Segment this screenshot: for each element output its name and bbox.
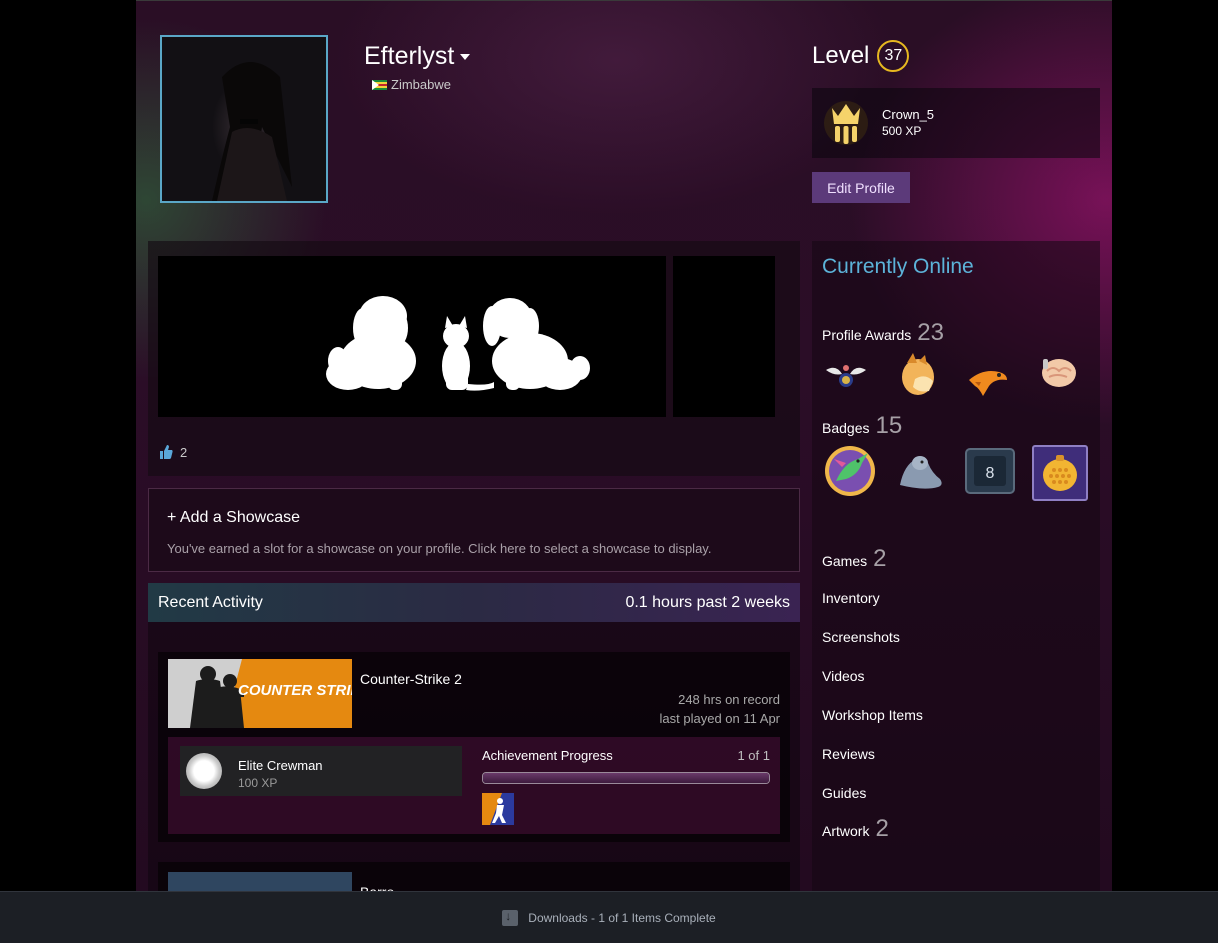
golden-orb-badge-icon (1043, 455, 1077, 491)
edit-profile-button[interactable]: Edit Profile (812, 172, 910, 203)
artwork-label: Artwork (822, 823, 870, 839)
country-location: Zimbabwe (372, 77, 451, 92)
achievement-name: Elite Crewman (238, 758, 323, 773)
games-label: Games (822, 553, 868, 569)
seal-badge-icon (900, 456, 942, 489)
inventory-link[interactable]: Inventory (822, 590, 880, 606)
videos-link[interactable]: Videos (822, 668, 865, 684)
achievement-xp: 100 XP (238, 776, 278, 790)
achievement-progress-label: Achievement Progress (482, 748, 613, 763)
profile-sidebar: Currently Online Profile Awards 23 Badge… (812, 241, 1100, 942)
dragon-egg-icon (902, 353, 934, 395)
downloads-bar[interactable]: Downloads - 1 of 1 Items Complete (0, 891, 1218, 943)
favorite-badge-xp: 500 XP (882, 124, 922, 138)
favorite-badge-name: Crown_5 (882, 107, 935, 122)
country-text: Zimbabwe (391, 77, 451, 92)
persona-name-text: Efterlyst (364, 42, 455, 70)
brain-icon (1042, 359, 1076, 387)
game-card-barro: Barro (158, 862, 790, 900)
winged-award-icon (826, 365, 866, 387)
workshop-items-link[interactable]: Workshop Items (822, 707, 923, 723)
reviews-link[interactable]: Reviews (822, 746, 875, 762)
profile-awards-label: Profile Awards (822, 327, 912, 343)
add-showcase-title: + Add a Showcase (167, 509, 300, 526)
artwork-main-image[interactable] (158, 256, 666, 417)
achievement-progress-bar (482, 772, 770, 784)
download-icon (502, 909, 519, 926)
screenshots-link[interactable]: Screenshots (822, 629, 900, 645)
badges-count: 15 (875, 412, 903, 439)
badges-label: Badges (822, 420, 870, 436)
crown-badge-icon (824, 101, 868, 145)
games-count: 2 (873, 545, 887, 572)
artwork-showcase: 2 (148, 241, 800, 476)
zimbabwe-flag-icon (372, 79, 387, 90)
achievement-panel: Elite Crewman 100 XP Achievement Progres… (168, 737, 780, 834)
award-brain-icon[interactable] (1034, 351, 1082, 397)
award-lizard-icon[interactable] (964, 355, 1012, 401)
level-display: Level 37 (812, 40, 910, 72)
level-label: Level (812, 42, 870, 69)
badge-seal-icon[interactable] (894, 445, 946, 497)
game-name[interactable]: Counter-Strike 2 (360, 671, 462, 687)
achievement-emblem-icon (186, 753, 222, 789)
award-dragon-egg-icon[interactable] (894, 351, 942, 397)
game-hours-on-record: 248 hrs on record (678, 692, 780, 707)
favorite-badge[interactable]: Crown_5 500 XP (812, 88, 1100, 158)
capsule-text: COUNTER STRIKE 2 (238, 682, 352, 699)
artwork-count: 2 (875, 815, 889, 842)
profile-awards-count: 23 (917, 319, 944, 346)
badges-link[interactable]: Badges 15 (822, 412, 902, 440)
badge-level-tile-icon[interactable]: 8 (964, 445, 1016, 497)
game-capsule-image[interactable]: COUNTER STRIKE 2 (168, 659, 352, 728)
award-winged-icon[interactable] (822, 353, 870, 399)
recent-activity-header: Recent Activity 0.1 hours past 2 weeks (148, 583, 800, 622)
tile-number: 8 (986, 465, 995, 482)
level-number: 37 (877, 40, 910, 72)
likes-count: 2 (180, 444, 188, 460)
game-capsule-image-2[interactable] (168, 872, 352, 892)
cs-logo-icon (482, 793, 514, 825)
numbered-tile-badge-icon: 8 (965, 448, 1015, 494)
guides-link[interactable]: Guides (822, 785, 866, 801)
chevron-down-icon[interactable] (460, 54, 471, 61)
online-status: Currently Online (822, 255, 974, 278)
achievement-progress-count: 1 of 1 (737, 748, 770, 763)
achievement-item[interactable]: Elite Crewman 100 XP (180, 746, 462, 796)
orange-lizard-icon (969, 371, 1007, 396)
persona-name[interactable]: Efterlyst (364, 42, 471, 71)
achievement-progress-fill (483, 773, 769, 783)
game-last-played: last played on 11 Apr (659, 711, 780, 726)
downloads-status: Downloads - 1 of 1 Items Complete (528, 910, 716, 925)
profile-awards-link[interactable]: Profile Awards 23 (822, 319, 944, 347)
counter-strike-capsule-art: COUNTER STRIKE 2 (168, 659, 352, 728)
add-showcase-description: You've earned a slot for a showcase on y… (167, 541, 712, 556)
recent-activity-title: Recent Activity (158, 594, 263, 611)
games-link[interactable]: Games 2 (822, 545, 886, 573)
artwork-likes[interactable]: 2 (158, 444, 187, 460)
recent-activity-hours: 0.1 hours past 2 weeks (625, 594, 790, 611)
achievement-mini-icon[interactable] (482, 793, 514, 825)
artwork-side-image[interactable] (673, 256, 775, 417)
top-divider (136, 0, 1112, 1)
pets-silhouette-image (326, 296, 590, 391)
badge-golden-bell-icon[interactable] (1032, 445, 1088, 501)
badge-hummingbird-icon[interactable] (824, 445, 876, 497)
game-card-counter-strike: COUNTER STRIKE 2 Counter-Strike 2 248 hr… (158, 652, 790, 842)
hummingbird-badge-icon (825, 446, 875, 496)
artwork-link[interactable]: Artwork 2 (822, 815, 889, 843)
avatar-image (212, 62, 292, 201)
thumbs-up-icon (160, 445, 173, 459)
add-showcase-button[interactable]: + Add a Showcase You've earned a slot fo… (148, 488, 800, 572)
avatar[interactable] (160, 35, 328, 203)
